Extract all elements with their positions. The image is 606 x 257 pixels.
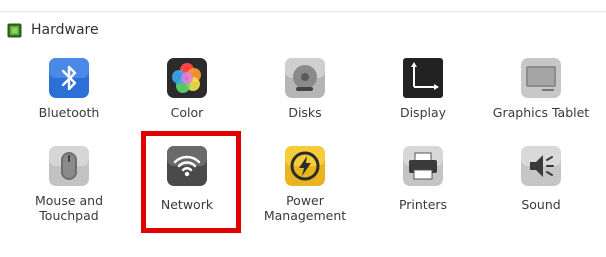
item-bluetooth[interactable]: Bluetooth — [10, 56, 128, 144]
item-sound[interactable]: Sound — [482, 144, 600, 232]
section-header: Hardware — [7, 20, 99, 40]
item-mouse-touchpad[interactable]: Mouse and Touchpad — [10, 144, 128, 232]
item-network[interactable]: Network — [128, 144, 246, 232]
item-display[interactable]: Display — [364, 56, 482, 144]
chip-icon — [7, 22, 22, 38]
bluetooth-icon — [47, 56, 91, 100]
item-disks[interactable]: Disks — [246, 56, 364, 144]
section-title: Hardware — [31, 22, 99, 38]
item-label: Network — [160, 197, 214, 212]
mouse-icon — [47, 144, 91, 188]
color-icon — [165, 56, 209, 100]
item-label: Color — [170, 105, 204, 120]
item-label: Disks — [288, 105, 322, 120]
disks-icon — [283, 56, 327, 100]
hardware-grid: Bluetooth Color Disks Display Graphics T… — [10, 56, 600, 232]
item-label: Graphics Tablet — [492, 105, 590, 120]
item-graphics-tablet[interactable]: Graphics Tablet — [482, 56, 600, 144]
network-icon — [165, 144, 209, 188]
item-color[interactable]: Color — [128, 56, 246, 144]
printer-icon — [401, 144, 445, 188]
top-divider — [0, 11, 606, 12]
item-label: Printers — [398, 197, 448, 212]
item-label: Power Management — [263, 193, 347, 223]
item-label: Mouse and Touchpad — [34, 193, 104, 223]
item-power-management[interactable]: Power Management — [246, 144, 364, 232]
item-label: Display — [399, 105, 447, 120]
sound-icon — [519, 144, 563, 188]
item-label: Sound — [521, 197, 561, 212]
item-label: Bluetooth — [38, 105, 100, 120]
power-icon — [283, 144, 327, 188]
graphics-tablet-icon — [519, 56, 563, 100]
display-icon — [401, 56, 445, 100]
item-printers[interactable]: Printers — [364, 144, 482, 232]
